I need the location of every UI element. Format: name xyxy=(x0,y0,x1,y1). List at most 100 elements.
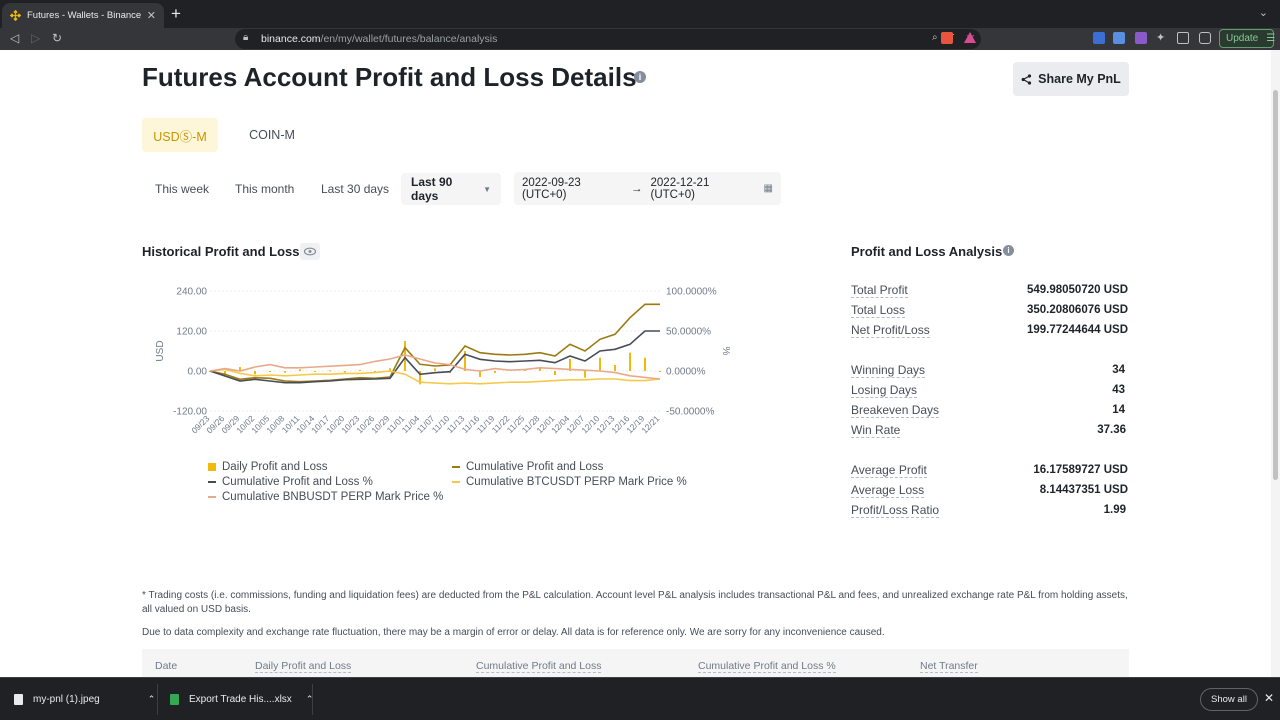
date-range-picker[interactable]: 2022-09-23 (UTC+0) → 2022-12-21 (UTC+0) … xyxy=(514,172,781,205)
row-label[interactable]: Net Profit/Loss xyxy=(851,323,930,338)
new-tab-button[interactable]: + xyxy=(171,5,181,23)
daily-bar xyxy=(479,371,481,377)
url-path: /en/my/wallet/futures/balance/analysis xyxy=(320,33,498,45)
row-label[interactable]: Average Profit xyxy=(851,463,927,478)
tab-usdm[interactable]: USDⓈ-M xyxy=(142,118,218,152)
range-last-30[interactable]: Last 30 days xyxy=(321,173,389,205)
y-tick-label: 240.00 xyxy=(176,287,207,298)
row-label[interactable]: Average Loss xyxy=(851,483,925,498)
info-icon[interactable]: i xyxy=(634,71,646,83)
scrollbar-thumb[interactable] xyxy=(1273,90,1278,480)
browser-tab-strip: Futures - Wallets - Binance ✕ + ⌄ xyxy=(0,0,1280,28)
y-tick-label: 120.00 xyxy=(176,327,207,338)
extension-grid-icon[interactable] xyxy=(1135,32,1147,44)
sidebar-icon[interactable] xyxy=(1177,32,1189,44)
range-this-month[interactable]: This month xyxy=(235,173,294,205)
back-icon[interactable]: ◁ xyxy=(10,31,19,45)
chevron-up-icon[interactable]: ⌃ xyxy=(148,694,156,705)
arrow-right-icon: → xyxy=(631,182,643,195)
legend-cum[interactable]: Cumulative Profit and Loss xyxy=(452,461,603,473)
legend-btc[interactable]: Cumulative BTCUSDT PERP Mark Price % xyxy=(452,476,687,488)
row-label[interactable]: Profit/Loss Ratio xyxy=(851,503,940,518)
row-label[interactable]: Total Loss xyxy=(851,303,906,318)
legend-btc-label: Cumulative BTCUSDT PERP Mark Price % xyxy=(466,476,687,488)
browser-tab[interactable]: Futures - Wallets - Binance ✕ xyxy=(2,3,164,28)
row-breakeven-days: Breakeven Days 14 xyxy=(851,401,1125,419)
col-cum-pnl[interactable]: Cumulative Profit and Loss xyxy=(476,660,602,673)
row-win-rate: Win Rate 37.36 xyxy=(851,421,1126,439)
y2-tick-label: 100.0000% xyxy=(666,287,717,298)
address-bar[interactable]: 🔒︎ binance.com/en/my/wallet/futures/bala… xyxy=(235,29,981,49)
row-label[interactable]: Winning Days xyxy=(851,363,926,378)
analysis-info-icon[interactable]: i xyxy=(1003,245,1014,256)
brave-rewards-icon[interactable] xyxy=(964,32,976,43)
row-label[interactable]: Losing Days xyxy=(851,383,918,398)
y2-tick-label: 0.0000% xyxy=(666,367,706,378)
chart-grid xyxy=(210,290,660,412)
chart-y2-ticks: 100.0000% 50.0000% 0.0000% -50.0000% xyxy=(666,287,717,418)
eye-icon[interactable] xyxy=(300,243,320,260)
legend-daily[interactable]: Daily Profit and Loss xyxy=(208,461,327,473)
tab-search-icon[interactable]: ⌄ xyxy=(1259,6,1268,19)
wallet-icon[interactable] xyxy=(1199,32,1211,44)
row-pl-ratio: Profit/Loss Ratio 1.99 xyxy=(851,501,1126,519)
col-net-transfer[interactable]: Net Transfer xyxy=(920,660,978,673)
download-item-2[interactable]: Export Trade His....xlsx ⌃ xyxy=(170,678,313,721)
range-this-week[interactable]: This week xyxy=(155,173,209,205)
show-all-button[interactable]: Show all xyxy=(1200,688,1258,711)
daily-bar xyxy=(359,370,361,371)
update-button[interactable]: Update ☰ xyxy=(1219,29,1275,48)
legend-cum-pct-label: Cumulative Profit and Loss % xyxy=(222,476,373,488)
extension-shield-icon[interactable] xyxy=(1093,32,1105,44)
disclaimer-note: Due to data complexity and exchange rate… xyxy=(142,627,885,638)
legend-bnb[interactable]: Cumulative BNBUSDT PERP Mark Price % xyxy=(208,491,443,503)
download-item-1[interactable]: my-pnl (1).jpeg ⌃ xyxy=(14,678,155,721)
share-pnl-button[interactable]: Share My PnL xyxy=(1013,62,1129,96)
close-download-bar-icon[interactable]: ✕ xyxy=(1264,691,1274,705)
update-label: Update xyxy=(1226,33,1259,44)
legend-btc-swatch xyxy=(452,481,460,483)
row-total-profit: Total Profit 549.98050720 USD xyxy=(851,281,1128,299)
legend-cum-pct-swatch xyxy=(208,481,216,483)
row-value: 8.14437351 USD xyxy=(1039,484,1128,496)
reload-icon[interactable]: ↻ xyxy=(52,31,62,45)
legend-cum-pct[interactable]: Cumulative Profit and Loss % xyxy=(208,476,373,488)
row-label[interactable]: Total Profit xyxy=(851,283,908,298)
forward-icon[interactable]: ▷ xyxy=(31,31,40,45)
row-value: 37.36 xyxy=(1097,424,1126,436)
row-value: 199.77244644 USD xyxy=(1026,324,1128,336)
y2-tick-label: 50.0000% xyxy=(666,327,711,338)
daily-bar xyxy=(614,365,616,371)
table-header: Date Daily Profit and Loss Cumulative Pr… xyxy=(142,649,1129,677)
zoom-icon[interactable]: ⌕ xyxy=(932,32,938,43)
col-cum-pnl-pct[interactable]: Cumulative Profit and Loss % xyxy=(698,660,836,673)
page-title: Futures Account Profit and Loss Details xyxy=(142,62,637,92)
row-net-pnl: Net Profit/Loss 199.77244644 USD xyxy=(851,321,1128,339)
col-date: Date xyxy=(155,660,178,672)
brave-shield-icon[interactable] xyxy=(941,32,953,44)
page-scrollbar[interactable] xyxy=(1271,50,1280,677)
row-label[interactable]: Breakeven Days xyxy=(851,403,940,418)
row-label[interactable]: Win Rate xyxy=(851,423,901,438)
range-last-90-label: Last 90 days xyxy=(411,175,453,203)
extension-translate-icon[interactable] xyxy=(1113,32,1125,44)
browser-toolbar: ◁ ▷ ↻ 🔖︎ 🔒︎ binance.com/en/my/wallet/fut… xyxy=(0,28,1280,50)
legend-cum-swatch xyxy=(452,466,460,468)
url-host: binance.com xyxy=(261,33,321,45)
row-losing-days: Losing Days 43 xyxy=(851,381,1125,399)
tab-close-icon[interactable]: ✕ xyxy=(147,9,156,22)
daily-bar xyxy=(494,371,496,373)
col-daily-pnl[interactable]: Daily Profit and Loss xyxy=(255,660,352,673)
tab-coinm[interactable]: COIN-M xyxy=(236,118,308,152)
daily-bar xyxy=(254,371,256,375)
download-filename-1: my-pnl (1).jpeg xyxy=(33,694,100,705)
download-bar: my-pnl (1).jpeg ⌃ Export Trade His....xl… xyxy=(0,677,1280,720)
binance-favicon-icon xyxy=(9,9,22,22)
range-last-90-dropdown[interactable]: Last 90 days ▼ xyxy=(401,173,501,205)
share-icon xyxy=(1021,73,1032,85)
extensions-puzzle-icon[interactable]: ✦ xyxy=(1156,32,1168,44)
end-date: 2022-12-21 (UTC+0) xyxy=(650,176,710,201)
legend-daily-label: Daily Profit and Loss xyxy=(222,461,328,473)
y-axis-label: USD xyxy=(155,340,166,361)
spreadsheet-icon xyxy=(170,694,179,705)
